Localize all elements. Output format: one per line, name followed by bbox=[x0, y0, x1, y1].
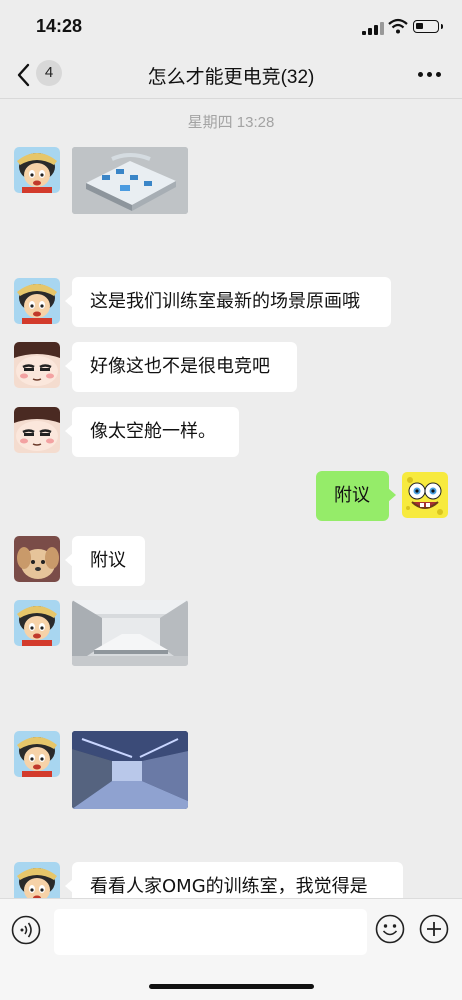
luffy-avatar[interactable] bbox=[14, 731, 60, 777]
chat-title: 怎么才能更电竞(32) bbox=[147, 67, 315, 88]
input-bar bbox=[0, 898, 462, 1000]
message-bubble[interactable]: 好像这也不是很电竞吧 bbox=[65, 342, 297, 392]
spongebob-avatar[interactable] bbox=[402, 472, 448, 518]
luffy-avatar[interactable] bbox=[14, 278, 60, 324]
voice-input-icon[interactable] bbox=[11, 915, 41, 945]
message-input[interactable] bbox=[54, 909, 367, 955]
battery-icon bbox=[413, 20, 443, 33]
message-bubble[interactable]: 这是我们训练室最新的场景原画哦 bbox=[65, 277, 391, 327]
message-timestamp: 星期四 13:28 bbox=[187, 114, 275, 131]
clock: 14:28 bbox=[36, 16, 83, 36]
plus-icon[interactable] bbox=[419, 914, 449, 944]
cartoon-face-avatar[interactable] bbox=[14, 342, 60, 388]
luffy-avatar[interactable] bbox=[14, 147, 60, 193]
meeting-room-photo[interactable] bbox=[72, 600, 188, 666]
luffy-avatar[interactable] bbox=[14, 600, 60, 646]
puppy-avatar[interactable] bbox=[14, 536, 60, 582]
message-bubble[interactable]: 附议 bbox=[65, 536, 145, 586]
corridor-photo[interactable] bbox=[72, 731, 188, 809]
outgoing-message-bubble[interactable]: 附议 bbox=[316, 471, 396, 521]
home-indicator bbox=[149, 984, 314, 989]
emoji-icon[interactable] bbox=[375, 914, 405, 944]
message-bubble[interactable]: 像太空舱一样。 bbox=[65, 407, 239, 457]
cartoon-face-avatar[interactable] bbox=[14, 407, 60, 453]
more-options-icon[interactable] bbox=[418, 70, 442, 78]
status-bar: 14:28 bbox=[0, 0, 462, 52]
chat-header: 4 怎么才能更电竞(32) bbox=[0, 52, 462, 99]
wifi-icon bbox=[388, 18, 408, 34]
cellular-signal-icon bbox=[362, 21, 384, 35]
training-room-concept-image[interactable] bbox=[72, 147, 188, 214]
